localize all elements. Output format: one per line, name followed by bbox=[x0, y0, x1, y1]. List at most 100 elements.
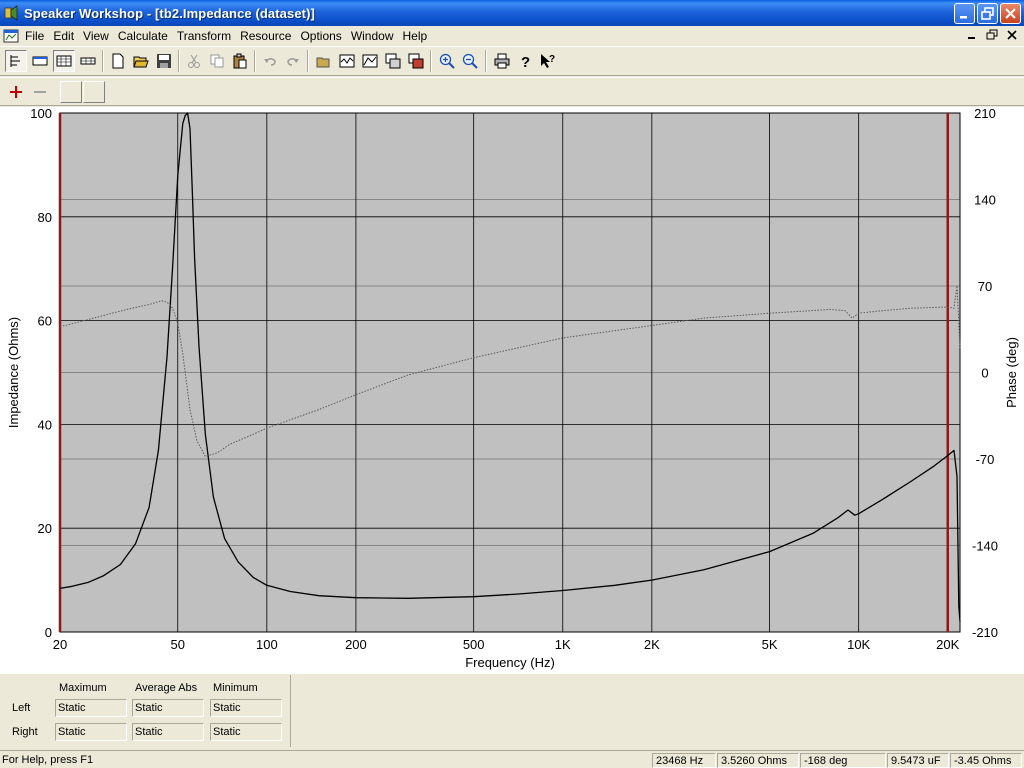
toolbar-separator bbox=[254, 50, 256, 72]
chart-panel: 20 50 100 200 500 1K 2K 5K 10K 20K 0 20 40 60 80 100 -21… bbox=[0, 106, 1024, 674]
marker-toolbar bbox=[0, 77, 1024, 106]
measure-4-icon bbox=[408, 53, 424, 69]
chart-view-3-icon bbox=[80, 57, 96, 65]
chart-view-1-button[interactable] bbox=[29, 50, 51, 72]
restore-icon bbox=[981, 7, 994, 20]
chart-view-2-icon bbox=[56, 55, 72, 67]
stat-right-minimum: Static bbox=[210, 723, 282, 741]
menu-options[interactable]: Options bbox=[300, 29, 348, 43]
remove-marker-button[interactable] bbox=[29, 81, 51, 103]
y2-tick-label: -140 bbox=[972, 539, 998, 554]
context-help-button[interactable]: ? bbox=[537, 50, 559, 72]
x-tick-label: 100 bbox=[256, 637, 278, 652]
minimize-button[interactable] bbox=[954, 3, 975, 24]
menu-transform[interactable]: Transform bbox=[177, 29, 238, 43]
open-folder-icon bbox=[316, 57, 330, 68]
open-button[interactable] bbox=[130, 50, 152, 72]
menu-view[interactable]: View bbox=[83, 29, 116, 43]
y2-tick-label: 140 bbox=[974, 193, 996, 208]
menu-resource[interactable]: Resource bbox=[240, 29, 298, 43]
y2-tick-label: -70 bbox=[976, 452, 995, 467]
status-capacitance: 9.5473 uF bbox=[887, 753, 949, 768]
print-icon bbox=[494, 53, 510, 69]
new-button[interactable] bbox=[107, 50, 129, 72]
stat-row-label-right: Right bbox=[12, 726, 38, 738]
new-icon bbox=[112, 53, 124, 69]
measure-2-button[interactable] bbox=[359, 50, 381, 72]
chart-view-1-icon bbox=[32, 56, 48, 66]
impedance-chart[interactable]: 20 50 100 200 500 1K 2K 5K 10K 20K020406080100-21… bbox=[0, 106, 1024, 674]
measure-1-button[interactable] bbox=[336, 50, 358, 72]
help-icon: ? bbox=[521, 54, 530, 69]
toolbar-separator bbox=[178, 50, 180, 72]
copy-icon bbox=[210, 54, 224, 68]
mdi-minimize-icon[interactable] bbox=[964, 28, 980, 42]
chart-view-3-button[interactable] bbox=[77, 50, 99, 72]
status-phase: -168 deg bbox=[800, 753, 886, 768]
menu-edit[interactable]: Edit bbox=[53, 29, 81, 43]
y-tick-label: 40 bbox=[38, 417, 52, 432]
tree-view-button[interactable] bbox=[5, 50, 27, 72]
marker-slot-1-button[interactable] bbox=[60, 81, 82, 103]
stat-header-maximum: Maximum bbox=[59, 682, 107, 694]
redo-button[interactable] bbox=[282, 50, 304, 72]
stat-left-minimum: Static bbox=[210, 699, 282, 717]
add-marker-button[interactable] bbox=[5, 81, 27, 103]
copy-button[interactable] bbox=[206, 50, 228, 72]
stat-right-average-abs: Static bbox=[132, 723, 204, 741]
status-frequency: 23468 Hz bbox=[652, 753, 716, 768]
y-tick-label: 100 bbox=[30, 107, 52, 121]
stats-panel: Maximum Average Abs Minimum Left Static … bbox=[0, 675, 291, 747]
mdi-close-icon[interactable] bbox=[1004, 28, 1020, 42]
undo-button[interactable] bbox=[259, 50, 281, 72]
stat-header-minimum: Minimum bbox=[213, 682, 258, 694]
zoom-out-button[interactable] bbox=[459, 50, 481, 72]
marker-slot-2-button[interactable] bbox=[83, 81, 105, 103]
close-icon bbox=[1005, 8, 1016, 19]
document-icon[interactable] bbox=[3, 28, 19, 44]
stat-left-average-abs: Static bbox=[132, 699, 204, 717]
zoom-in-button[interactable] bbox=[436, 50, 458, 72]
measure-4-button[interactable] bbox=[405, 50, 427, 72]
toolbar-separator bbox=[307, 50, 309, 72]
save-icon bbox=[157, 54, 171, 68]
x-tick-label: 5K bbox=[762, 637, 778, 652]
toolbar-separator bbox=[102, 50, 104, 72]
stat-row-label-left: Left bbox=[12, 702, 31, 714]
cut-button[interactable] bbox=[183, 50, 205, 72]
paste-button[interactable] bbox=[229, 50, 251, 72]
menu-window[interactable]: Window bbox=[351, 29, 401, 43]
chart-view-2-button[interactable] bbox=[53, 50, 75, 72]
toolbar-separator bbox=[485, 50, 487, 72]
mdi-restore-icon[interactable] bbox=[984, 28, 1000, 42]
tree-view-icon bbox=[10, 55, 20, 67]
y-tick-label: 60 bbox=[38, 314, 52, 329]
restore-button[interactable] bbox=[977, 3, 998, 24]
open-folder-button[interactable] bbox=[313, 50, 335, 72]
y-tick-label: 80 bbox=[38, 210, 52, 225]
menu-calculate[interactable]: Calculate bbox=[118, 29, 175, 43]
y-axis-label: Impedance (Ohms) bbox=[6, 317, 21, 428]
stat-right-maximum: Static bbox=[55, 723, 127, 741]
x-tick-label: 50 bbox=[171, 637, 185, 652]
title-bar: Speaker Workshop - [tb2.Impedance (datas… bbox=[0, 0, 1024, 26]
stat-header-average-abs: Average Abs bbox=[135, 682, 198, 694]
y2-tick-label: 0 bbox=[981, 366, 988, 381]
x-tick-label: 200 bbox=[345, 637, 367, 652]
menu-help[interactable]: Help bbox=[403, 29, 435, 43]
print-button[interactable] bbox=[491, 50, 513, 72]
main-toolbar: ? ? bbox=[0, 46, 1024, 76]
svg-text:?: ? bbox=[521, 54, 530, 69]
help-button[interactable]: ? bbox=[514, 50, 536, 72]
x-tick-label: 20 bbox=[53, 637, 67, 652]
close-button[interactable] bbox=[1000, 3, 1021, 24]
zoom-in-icon bbox=[439, 53, 455, 69]
x-tick-label: 10K bbox=[847, 637, 870, 652]
menu-file[interactable]: File bbox=[25, 29, 51, 43]
save-button[interactable] bbox=[153, 50, 175, 72]
zoom-out-icon bbox=[462, 53, 478, 69]
measure-3-button[interactable] bbox=[382, 50, 404, 72]
x-tick-label: 1K bbox=[555, 637, 571, 652]
svg-text:?: ? bbox=[549, 54, 555, 65]
y2-tick-label: -210 bbox=[972, 625, 998, 640]
